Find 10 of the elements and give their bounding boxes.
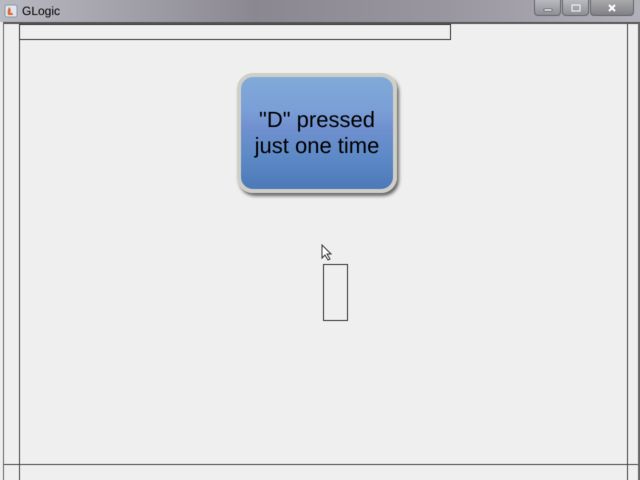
rectangle-shape — [323, 264, 348, 321]
window-title: GLogic — [22, 4, 60, 18]
maximize-icon — [570, 4, 580, 12]
close-icon — [607, 4, 617, 12]
minimize-button[interactable] — [534, 0, 561, 16]
pointer-icon — [321, 244, 332, 261]
app-icon — [4, 4, 18, 18]
maximize-button[interactable] — [562, 0, 589, 16]
message-button[interactable]: "D" pressed just one time — [237, 73, 397, 193]
close-button[interactable] — [590, 0, 634, 16]
